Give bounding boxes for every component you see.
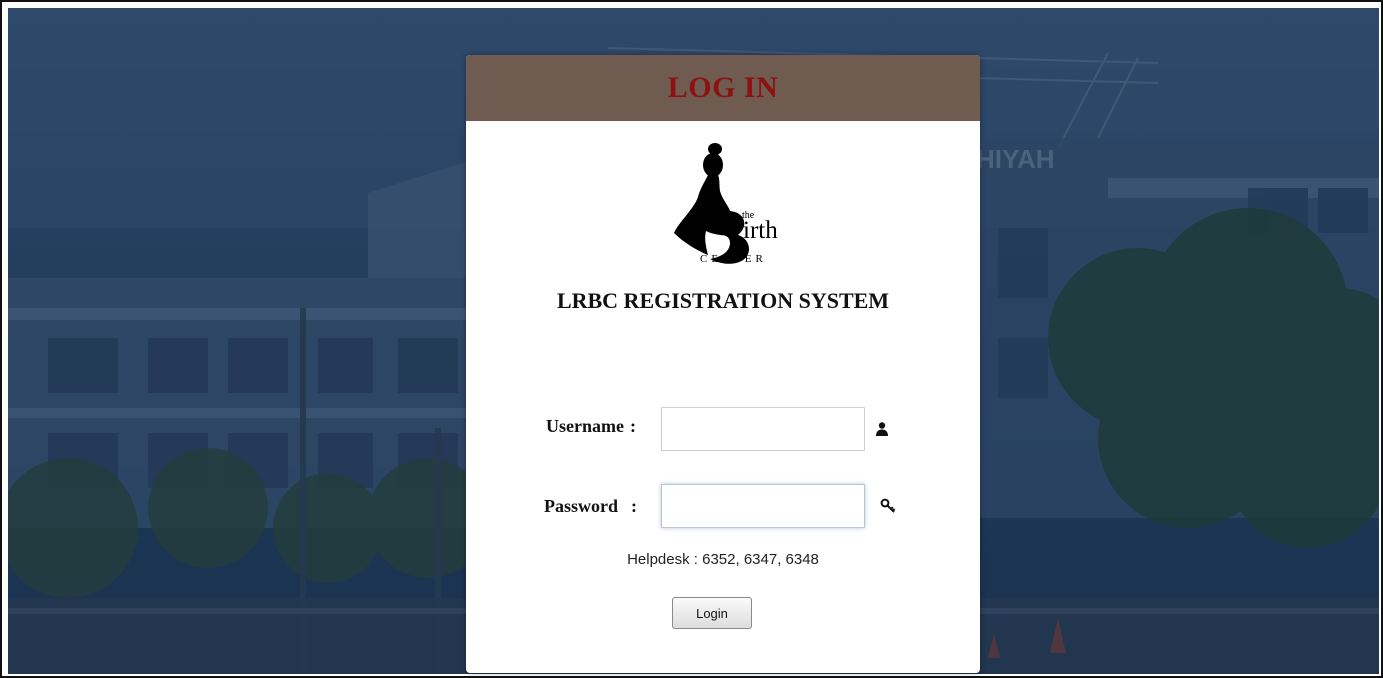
helpdesk-text: Helpdesk : 6352, 6347, 6348 bbox=[627, 551, 819, 568]
username-input[interactable] bbox=[661, 407, 865, 451]
page-frame: HIYAH LOG IN the irth CENTER LRBC REGIST… bbox=[0, 0, 1383, 678]
password-label: Password bbox=[544, 496, 619, 516]
username-label: Username bbox=[546, 416, 624, 436]
login-title: LOG IN bbox=[667, 71, 779, 104]
logo-center-text: CENTER bbox=[700, 253, 767, 265]
login-panel: LOG IN the irth CENTER LRBC REGISTRATION… bbox=[466, 55, 980, 673]
user-icon bbox=[876, 422, 888, 436]
key-icon bbox=[880, 498, 896, 513]
pregnant-silhouette-icon bbox=[674, 143, 749, 264]
password-colon: : bbox=[631, 496, 637, 516]
logo-irth-text: irth bbox=[743, 217, 778, 244]
login-header: LOG IN bbox=[466, 55, 980, 121]
password-input[interactable] bbox=[661, 484, 865, 528]
system-title: LRBC REGISTRATION SYSTEM bbox=[556, 288, 890, 313]
birth-center-logo: the irth CENTER bbox=[670, 139, 780, 271]
login-button[interactable]: Login bbox=[672, 597, 752, 629]
username-colon: : bbox=[630, 416, 636, 436]
